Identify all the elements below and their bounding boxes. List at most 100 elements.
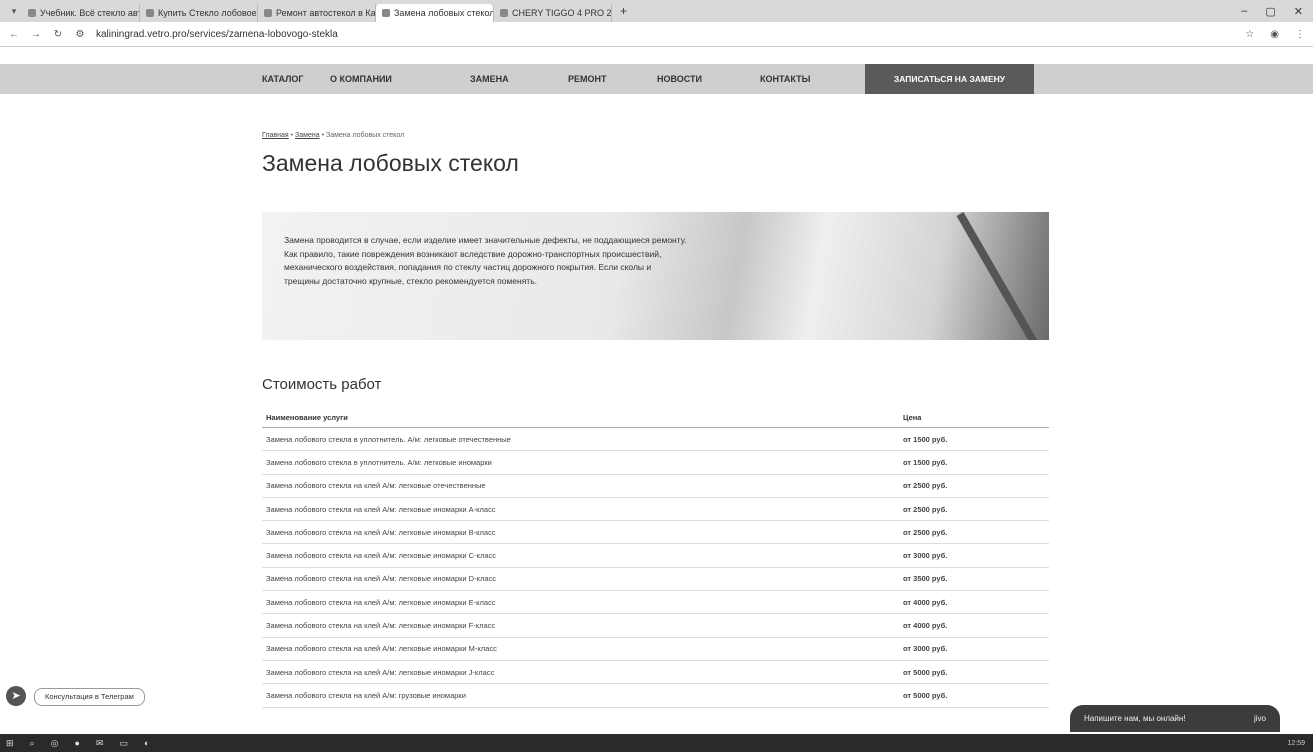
app-icon[interactable]: ◐ <box>144 738 149 748</box>
folder-icon[interactable]: ▭ <box>119 738 128 749</box>
price-cell: от 5000 руб. <box>899 683 1049 708</box>
profile-icon[interactable]: ◉ <box>1270 29 1279 40</box>
service-cell: Замена лобового стекла на клей А/м: груз… <box>262 683 899 708</box>
service-cell: Замена лобового стекла в уплотнитель. А/… <box>262 450 899 475</box>
price-cell: от 2500 руб. <box>899 520 1049 545</box>
jivo-message: Напишите нам, мы онлайн! <box>1084 714 1186 723</box>
book-replacement-button[interactable]: ЗАПИСАТЬСЯ НА ЗАМЕНУ АВТОСТЕКЛА <box>865 64 1034 114</box>
service-cell: Замена лобового стекла на клей А/м: легк… <box>262 590 899 615</box>
reload-icon[interactable]: ↻ <box>50 29 66 40</box>
task-view-icon[interactable]: ◎ <box>51 738 59 749</box>
price-cell: от 2500 руб. <box>899 497 1049 522</box>
breadcrumb-current: Замена лобовых стекол <box>325 132 405 139</box>
os-taskbar: ⊞ ⌕ ◎ ● ✉ ▭ ◐ 12:59 <box>0 734 1313 752</box>
service-cell: Замена лобового стекла на клей А/м: легк… <box>262 567 899 592</box>
table-row: Замена лобового стекла на клей А/м: легк… <box>262 590 1049 615</box>
telegram-consult-button[interactable]: Консультация в Телеграм <box>34 688 145 706</box>
tab-title: Купить Стекло лобовое Cher... <box>158 7 257 18</box>
telegram-icon[interactable]: ➤ <box>6 686 26 706</box>
price-cell: от 3000 руб. <box>899 637 1049 661</box>
price-heading: Стоимость работ <box>262 376 382 393</box>
browser-menu-icon[interactable]: ⋮ <box>1295 29 1305 40</box>
address-bar: ← → ↻ ⚙ kaliningrad.vetro.pro/services/z… <box>0 22 1313 47</box>
column-header-service: Наименование услуги <box>262 407 899 428</box>
breadcrumb-home[interactable]: Главная <box>262 132 289 139</box>
page-title: Замена лобовых стекол <box>262 150 519 176</box>
service-cell: Замена лобового стекла на клей А/м: легк… <box>262 497 899 522</box>
table-row: Замена лобового стекла на клей А/м: легк… <box>262 613 1049 638</box>
forward-icon[interactable]: → <box>28 29 44 40</box>
favicon-icon <box>28 8 36 17</box>
table-row: Замена лобового стекла на клей А/м: груз… <box>262 683 1049 708</box>
service-cell: Замена лобового стекла на клей А/м: легк… <box>262 660 899 685</box>
table-row: Замена лобового стекла на клей А/м: легк… <box>262 660 1049 685</box>
close-window-icon[interactable]: ✕ <box>1294 5 1303 18</box>
browser-tab[interactable]: Учебник. Всё стекло автомобиля Ку...× <box>22 3 140 22</box>
browser-tab[interactable]: Ремонт автостекол в Калинин...× <box>258 3 376 22</box>
tab-title: CHERY TIGGO 4 PRO 2022 ка... <box>512 7 612 18</box>
tab-search-icon[interactable]: ▾ <box>6 6 22 17</box>
google-icon <box>500 8 508 17</box>
minimize-icon[interactable]: – <box>1241 5 1247 18</box>
price-table: Наименование услуги Цена Замена лобового… <box>262 407 1049 708</box>
address-actions: ☆ ◉ ⋮ <box>1245 29 1313 40</box>
browser-tab[interactable]: Купить Стекло лобовое Cher...× <box>140 3 258 22</box>
favicon-icon <box>382 8 390 17</box>
price-cell: от 4000 руб. <box>899 590 1049 615</box>
table-row: Замена лобового стекла в уплотнитель. А/… <box>262 427 1049 452</box>
tab-title: Замена лобовых стекол в Кал... <box>394 7 494 18</box>
price-cell: от 1500 руб. <box>899 450 1049 475</box>
browser-tab-bar: ▾ Учебник. Всё стекло автомобиля Ку...× … <box>0 0 1313 22</box>
service-cell: Замена лобового стекла на клей А/м: легк… <box>262 543 899 568</box>
table-row: Замена лобового стекла в уплотнитель. А/… <box>262 450 1049 475</box>
bookmark-star-icon[interactable]: ☆ <box>1245 29 1254 40</box>
table-row: Замена лобового стекла на клей А/м: легк… <box>262 474 1049 498</box>
price-cell: от 4000 руб. <box>899 613 1049 638</box>
nav-catalog[interactable]: КАТАЛОГ <box>262 64 304 94</box>
nav-contacts[interactable]: КОНТАКТЫ <box>760 64 810 94</box>
browser-tab[interactable]: CHERY TIGGO 4 PRO 2022 ка...× <box>494 3 612 22</box>
maximize-icon[interactable]: ▢ <box>1265 5 1275 18</box>
jivo-logo: jivo <box>1253 714 1266 723</box>
price-cell: от 5000 руб. <box>899 660 1049 685</box>
favicon-icon <box>146 8 154 17</box>
window-controls: – ▢ ✕ <box>1241 5 1313 18</box>
intro-banner: Замена проводится в случае, если изделие… <box>262 212 1049 340</box>
breadcrumb-separator: • <box>321 132 325 139</box>
service-cell: Замена лобового стекла на клей А/м: легк… <box>262 474 899 498</box>
table-row: Замена лобового стекла на клей А/м: легк… <box>262 637 1049 661</box>
search-icon[interactable]: ⌕ <box>30 738 35 749</box>
browser-tab-active[interactable]: Замена лобовых стекол в Кал...× <box>376 3 494 22</box>
service-cell: Замена лобового стекла на клей А/м: легк… <box>262 613 899 638</box>
browser-icon[interactable]: ● <box>74 738 79 748</box>
breadcrumb: Главная • Замена • Замена лобовых стекол <box>262 132 404 139</box>
nav-replacement[interactable]: ЗАМЕНА <box>470 64 509 94</box>
breadcrumb-section[interactable]: Замена <box>295 132 320 139</box>
service-cell: Замена лобового стекла на клей А/м: легк… <box>262 520 899 545</box>
nav-repair[interactable]: РЕМОНТ <box>568 64 607 94</box>
tab-title: Ремонт автостекол в Калинин... <box>276 7 376 18</box>
mail-icon[interactable]: ✉ <box>96 738 104 749</box>
table-row: Замена лобового стекла на клей А/м: легк… <box>262 497 1049 522</box>
site-info-icon[interactable]: ⚙ <box>72 29 88 40</box>
nav-about[interactable]: О КОМПАНИИ <box>330 64 392 94</box>
taskbar-clock: 12:59 <box>1287 739 1305 747</box>
jivo-chat-widget[interactable]: Напишите нам, мы онлайн! jivo <box>1070 705 1280 732</box>
back-icon[interactable]: ← <box>6 29 22 40</box>
table-row: Замена лобового стекла на клей А/м: легк… <box>262 520 1049 545</box>
nav-news[interactable]: НОВОСТИ <box>657 64 702 94</box>
windshield-wiper-image <box>956 212 1049 340</box>
new-tab-button[interactable]: + <box>612 4 635 18</box>
price-cell: от 1500 руб. <box>899 427 1049 452</box>
tab-title: Учебник. Всё стекло автомобиля Ку... <box>40 7 139 18</box>
url-field[interactable]: kaliningrad.vetro.pro/services/zamena-lo… <box>96 29 338 40</box>
service-cell: Замена лобового стекла в уплотнитель. А/… <box>262 427 899 452</box>
price-cell: от 2500 руб. <box>899 474 1049 498</box>
price-cell: от 3000 руб. <box>899 543 1049 568</box>
service-cell: Замена лобового стекла на клей А/м: легк… <box>262 637 899 661</box>
table-row: Замена лобового стекла на клей А/м: легк… <box>262 567 1049 592</box>
start-icon[interactable]: ⊞ <box>6 738 14 749</box>
intro-text: Замена проводится в случае, если изделие… <box>284 235 687 286</box>
breadcrumb-separator: • <box>290 132 294 139</box>
column-header-price: Цена <box>899 407 1049 428</box>
